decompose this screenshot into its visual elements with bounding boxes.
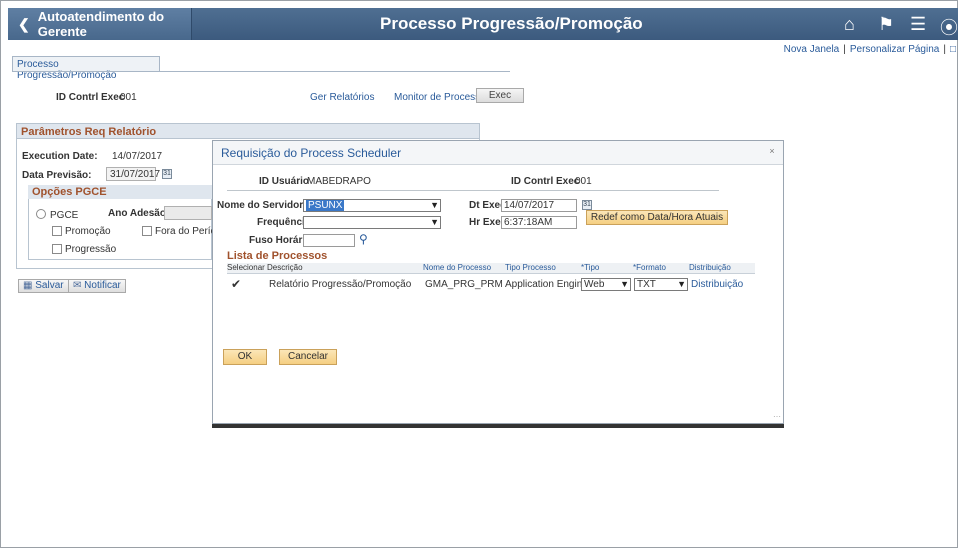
type-value: Web <box>584 279 605 290</box>
calendar-icon[interactable]: 31 <box>582 200 592 210</box>
save-button-label: Salvar <box>35 280 64 291</box>
server-select[interactable]: PSUNX ▼ <box>303 199 441 212</box>
col-process-name[interactable]: Nome do Processo <box>423 263 491 272</box>
ok-button[interactable]: OK <box>223 349 267 365</box>
notify-button[interactable]: ✉ Notificar <box>68 279 126 293</box>
menu-icon[interactable]: ☰ <box>910 14 926 35</box>
notify-icon: ✉ <box>73 280 82 291</box>
close-icon[interactable]: × <box>767 147 777 157</box>
report-manager-link[interactable]: Ger Relatórios <box>310 92 374 103</box>
save-button[interactable]: ▦ Salvar <box>18 279 69 293</box>
back-button-label: Autoatendimento do Gerente <box>37 9 165 39</box>
params-header: Parâmetros Req Relatório <box>16 123 480 139</box>
process-list-header: Lista de Processos <box>227 250 328 262</box>
resize-grip-icon[interactable]: ⋯ <box>773 412 781 421</box>
timezone-input[interactable] <box>303 234 355 247</box>
run-control-label: ID Contrl Exec <box>56 92 125 103</box>
progression-label: Progressão <box>65 244 117 255</box>
exec-button[interactable]: Exec <box>476 88 524 103</box>
col-distribution[interactable]: Distribuição <box>689 263 731 272</box>
run-control-value: 001 <box>575 176 592 187</box>
timezone-label: Fuso Horário <box>249 235 312 246</box>
col-type[interactable]: *Tipo <box>581 263 599 272</box>
year-label: Ano Adesão: <box>108 208 170 219</box>
run-date-input[interactable]: 14/07/2017 <box>501 199 577 212</box>
save-icon: ▦ <box>23 280 33 291</box>
new-window-link[interactable]: Nova Janela <box>784 44 840 55</box>
reset-datetime-button[interactable]: Redef como Data/Hora Atuais <box>586 210 728 225</box>
server-value: PSUNX <box>306 200 345 211</box>
tab-underline <box>12 71 510 72</box>
progression-checkbox[interactable] <box>52 244 62 254</box>
execution-date-value: 14/07/2017 <box>112 151 163 162</box>
help-icon[interactable]: □ <box>950 44 956 55</box>
process-scheduler-modal: Requisição do Process Scheduler × ID Usu… <box>212 140 784 424</box>
pgce-header: Opções PGCE <box>28 185 218 199</box>
forecast-date-label: Data Previsão: <box>22 170 92 181</box>
server-label: Nome do Servidor <box>217 200 304 211</box>
recurrence-select[interactable]: ▼ <box>303 216 441 229</box>
format-select[interactable]: TXT ▼ <box>634 278 688 291</box>
back-button[interactable]: ❮ Autoatendimento do Gerente <box>8 8 192 40</box>
distribution-link[interactable]: Distribuição <box>691 279 743 290</box>
row-process-name: GMA_PRG_PRM <box>425 279 503 290</box>
promotion-checkbox[interactable] <box>52 226 62 236</box>
chevron-down-icon: ▼ <box>430 200 439 210</box>
select-checkbox[interactable]: ✔ <box>231 277 241 291</box>
search-icon[interactable]: ⚲ <box>359 232 368 246</box>
row-process-type: Application Engine <box>505 279 588 290</box>
modal-title: Requisição do Process Scheduler <box>213 141 783 165</box>
cancel-button[interactable]: Cancelar <box>279 349 337 365</box>
notify-button-label: Notificar <box>84 280 121 291</box>
run-control-label: ID Contrl Exec <box>511 176 580 187</box>
pgce-radio[interactable] <box>36 209 46 219</box>
col-select: Selecionar <box>227 263 265 272</box>
top-header-bar: ❮ Autoatendimento do Gerente Processo Pr… <box>8 8 958 40</box>
chevron-down-icon: ▼ <box>620 279 629 289</box>
row-description: Relatório Progressão/Promoção <box>269 279 412 290</box>
tab-processo[interactable]: Processo Progressão/Promoção <box>12 56 160 81</box>
navbar-icon[interactable]: ⦿ <box>940 14 958 40</box>
header-links: Nova Janela | Personalizar Página | □ <box>783 44 956 55</box>
year-field[interactable] <box>164 206 212 220</box>
type-select[interactable]: Web ▼ <box>581 278 631 291</box>
chevron-down-icon: ▼ <box>430 217 439 227</box>
page-title: Processo Progressão/Promoção <box>380 14 643 33</box>
pgce-label: PGCE <box>50 210 79 221</box>
out-of-period-checkbox[interactable] <box>142 226 152 236</box>
user-id-label: ID Usuário <box>259 176 310 187</box>
col-format[interactable]: *Formato <box>633 263 666 272</box>
chevron-down-icon: ▼ <box>677 279 686 289</box>
user-id-value: MABEDRAPO <box>307 176 371 187</box>
run-time-input[interactable]: 6:37:18AM <box>501 216 577 229</box>
execution-date-label: Execution Date: <box>22 151 98 162</box>
col-process-type[interactable]: Tipo Processo <box>505 263 556 272</box>
chevron-left-icon: ❮ <box>18 15 30 32</box>
process-grid-header: Selecionar Descrição Nome do Processo Ti… <box>227 263 755 274</box>
run-control-value: 001 <box>120 92 137 103</box>
col-description: Descrição <box>267 263 303 272</box>
divider <box>227 190 719 191</box>
promotion-label: Promoção <box>65 226 111 237</box>
flag-icon[interactable]: ⚑ <box>878 14 894 35</box>
calendar-icon[interactable]: 31 <box>162 169 172 179</box>
forecast-date-field[interactable]: 31/07/2017 <box>106 167 160 181</box>
format-value: TXT <box>637 279 656 290</box>
personalize-page-link[interactable]: Personalizar Página <box>850 44 940 55</box>
home-icon[interactable]: ⌂ <box>844 14 855 35</box>
